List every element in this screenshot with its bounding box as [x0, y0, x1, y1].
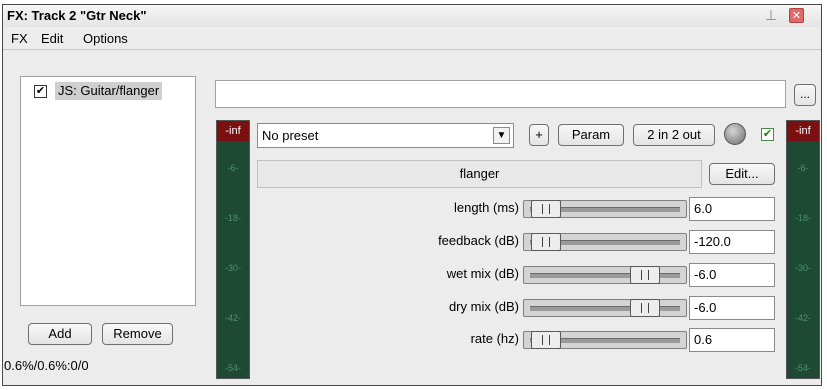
meter-tick: -30- — [224, 263, 241, 273]
browse-button[interactable]: ... — [794, 84, 816, 106]
param-row-dry-mix: dry mix (dB) -6.0 — [257, 295, 777, 321]
window-title: FX: Track 2 "Gtr Neck" — [7, 8, 147, 23]
cpu-status: 0.6%/0.6%:0/0 — [4, 358, 89, 373]
edit-button[interactable]: Edit... — [709, 163, 775, 185]
param-row-feedback: feedback (dB) -120.0 — [257, 229, 777, 255]
slider-handle[interactable] — [531, 233, 561, 251]
length-slider[interactable] — [523, 200, 687, 218]
output-peak-label[interactable]: -inf — [787, 121, 819, 141]
slider-handle[interactable] — [630, 299, 660, 317]
meter-tick: -42- — [224, 313, 241, 323]
feedback-slider[interactable] — [523, 233, 687, 251]
menu-divider — [3, 49, 821, 50]
meter-tick: -18- — [794, 213, 811, 223]
rate-value-field[interactable]: 0.6 — [689, 328, 775, 352]
fx-item-label: JS: Guitar/flanger — [55, 82, 163, 100]
menu-options[interactable]: Options — [83, 31, 128, 46]
preset-dropdown[interactable]: No preset ▼ — [257, 123, 514, 148]
title-bar[interactable]: FX: Track 2 "Gtr Neck" ⊥ ✕ — [3, 5, 821, 28]
param-label: rate (hz) — [470, 331, 519, 346]
fx-name-field[interactable] — [215, 80, 786, 108]
fx-enabled-checkbox[interactable]: ✔ — [34, 85, 47, 98]
menu-bar: FX Edit Options — [3, 27, 821, 49]
param-row-wet-mix: wet mix (dB) -6.0 — [257, 262, 777, 288]
pin-icon[interactable]: ⊥ — [763, 7, 779, 23]
fx-chain-item[interactable]: ✔ JS: Guitar/flanger — [25, 81, 191, 101]
input-meter: -inf -6- -18- -30- -42- -54- — [216, 120, 250, 379]
length-value-field[interactable]: 6.0 — [689, 197, 775, 221]
param-label: length (ms) — [453, 200, 519, 215]
meter-tick: -6- — [227, 163, 239, 173]
remove-button[interactable]: Remove — [102, 323, 173, 345]
input-peak-label[interactable]: -inf — [217, 121, 249, 141]
slider-handle[interactable] — [531, 331, 561, 349]
param-label: dry mix (dB) — [448, 299, 519, 314]
param-row-length: length (ms) 6.0 — [257, 196, 777, 222]
menu-edit[interactable]: Edit — [41, 31, 63, 46]
add-button[interactable]: Add — [28, 323, 92, 345]
wet-mix-value-field[interactable]: -6.0 — [689, 263, 775, 287]
meter-tick: -54- — [224, 363, 241, 373]
meter-tick: -30- — [794, 263, 811, 273]
slider-handle[interactable] — [630, 266, 660, 284]
meter-tick: -6- — [797, 163, 809, 173]
feedback-value-field[interactable]: -120.0 — [689, 230, 775, 254]
dry-mix-value-field[interactable]: -6.0 — [689, 296, 775, 320]
wet-knob-icon[interactable] — [724, 123, 746, 145]
output-meter: -inf -6- -18- -30- -42- -54- — [786, 120, 820, 379]
preset-value: No preset — [262, 128, 319, 143]
meter-tick: -18- — [224, 213, 241, 223]
wet-mix-slider[interactable] — [523, 266, 687, 284]
meter-tick: -54- — [794, 363, 811, 373]
slider-handle[interactable] — [531, 200, 561, 218]
param-row-rate: rate (hz) 0.6 — [257, 327, 777, 353]
param-label: wet mix (dB) — [446, 266, 519, 281]
param-button[interactable]: Param — [558, 124, 624, 146]
meter-tick: -42- — [794, 313, 811, 323]
plugin-name: flanger — [257, 160, 702, 188]
param-label: feedback (dB) — [438, 233, 519, 248]
add-preset-button[interactable]: + — [529, 124, 549, 146]
menu-fx[interactable]: FX — [11, 31, 28, 46]
fx-chain-list[interactable]: ✔ JS: Guitar/flanger — [20, 76, 196, 306]
bypass-checkbox[interactable]: ✔ — [761, 128, 774, 141]
rate-slider[interactable] — [523, 331, 687, 349]
close-icon[interactable]: ✕ — [789, 8, 804, 23]
chevron-down-icon[interactable]: ▼ — [493, 127, 510, 144]
io-routing-button[interactable]: 2 in 2 out — [633, 124, 715, 146]
dry-mix-slider[interactable] — [523, 299, 687, 317]
